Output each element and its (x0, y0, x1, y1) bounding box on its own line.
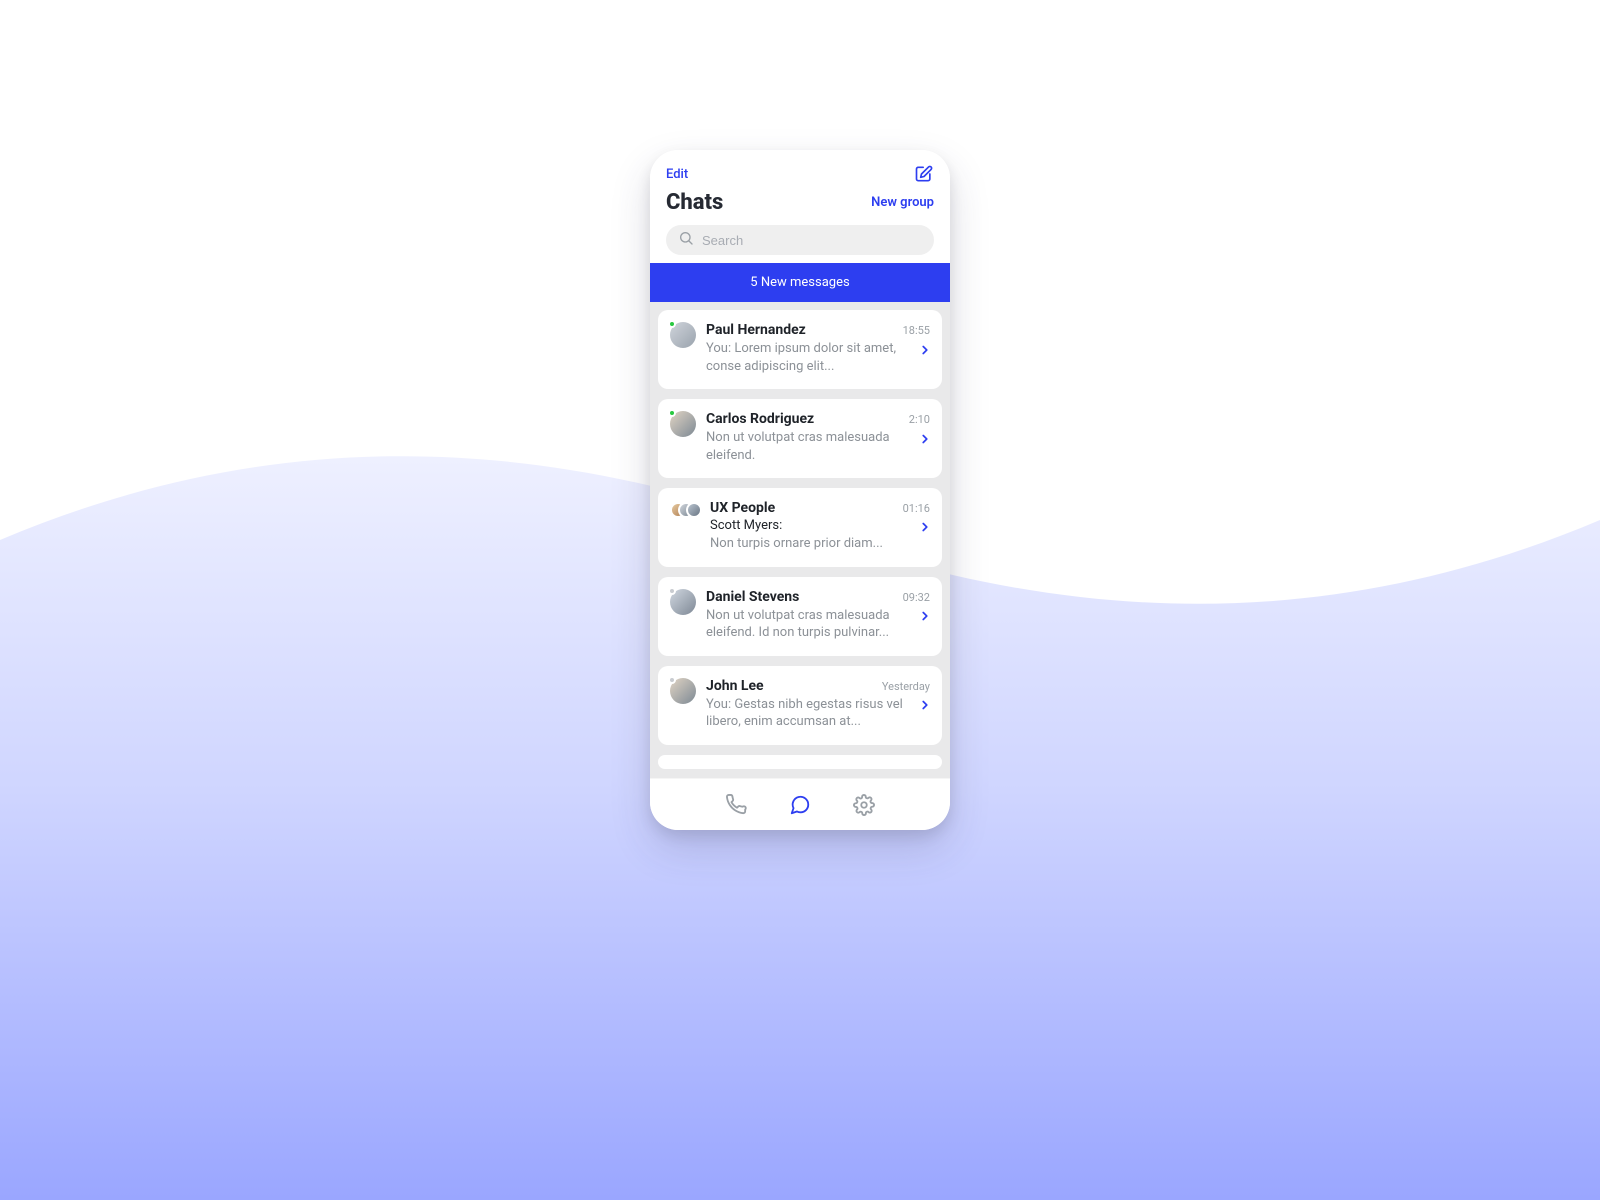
chats-header: Edit Chats New group (650, 150, 950, 263)
chevron-right-icon (918, 343, 932, 357)
chat-name: John Lee (706, 678, 764, 694)
presence-online-icon (668, 320, 676, 328)
chevron-right-icon (918, 698, 932, 712)
chat-row[interactable]: UX People 01:16 Scott Myers: Non turpis … (658, 488, 942, 567)
chat-preview: Non ut volutpat cras malesuada eleifend.… (706, 607, 930, 642)
tab-chats[interactable] (789, 794, 811, 816)
phone-frame: Edit Chats New group (650, 150, 950, 830)
chat-time: Yesterday (882, 680, 930, 693)
chat-time: 01:16 (903, 502, 930, 515)
group-avatar (670, 500, 700, 520)
page-title: Chats (666, 190, 723, 215)
compose-icon (914, 164, 934, 184)
chat-preview: You: Lorem ipsum dolor sit amet, conse a… (706, 340, 930, 375)
chat-name: Daniel Stevens (706, 589, 799, 605)
chat-preview: You: Gestas nibh egestas risus vel liber… (706, 696, 930, 731)
chat-name: Paul Hernandez (706, 322, 806, 338)
new-messages-banner[interactable]: 5 New messages (650, 263, 950, 302)
compose-button[interactable] (914, 164, 934, 184)
chat-row[interactable]: Daniel Stevens 09:32 Non ut volutpat cra… (658, 577, 942, 656)
avatar (670, 322, 696, 348)
tab-bar (650, 778, 950, 830)
search-field[interactable] (666, 225, 934, 255)
gear-icon (853, 794, 875, 816)
chat-row[interactable]: Carlos Rodriguez 2:10 Non ut volutpat cr… (658, 399, 942, 478)
chat-time: 2:10 (909, 413, 930, 426)
chat-sender: Scott Myers: (710, 518, 930, 533)
chat-bubble-icon (789, 794, 811, 816)
chat-list: Paul Hernandez 18:55 You: Lorem ipsum do… (650, 302, 950, 778)
avatar (670, 411, 696, 437)
tab-settings[interactable] (853, 794, 875, 816)
chat-name: UX People (710, 500, 775, 516)
chat-time: 09:32 (903, 591, 930, 604)
presence-offline-icon (668, 587, 676, 595)
search-input[interactable] (702, 233, 922, 248)
avatar (670, 589, 696, 615)
phone-icon (725, 794, 747, 816)
chat-time: 18:55 (903, 324, 930, 337)
chat-row[interactable]: John Lee Yesterday You: Gestas nibh eges… (658, 666, 942, 745)
chevron-right-icon (918, 609, 932, 623)
chevron-right-icon (918, 432, 932, 446)
chevron-right-icon (918, 520, 932, 534)
chat-row-peek (658, 755, 942, 769)
chat-name: Carlos Rodriguez (706, 411, 814, 427)
edit-button[interactable]: Edit (666, 167, 688, 182)
chat-preview: Non ut volutpat cras malesuada eleifend. (706, 429, 930, 464)
chat-preview: Non turpis ornare prior diam... (710, 535, 930, 553)
new-group-button[interactable]: New group (871, 195, 934, 210)
tab-calls[interactable] (725, 794, 747, 816)
chat-row[interactable]: Paul Hernandez 18:55 You: Lorem ipsum do… (658, 310, 942, 389)
presence-offline-icon (668, 676, 676, 684)
avatar (670, 678, 696, 704)
search-icon (678, 230, 694, 250)
